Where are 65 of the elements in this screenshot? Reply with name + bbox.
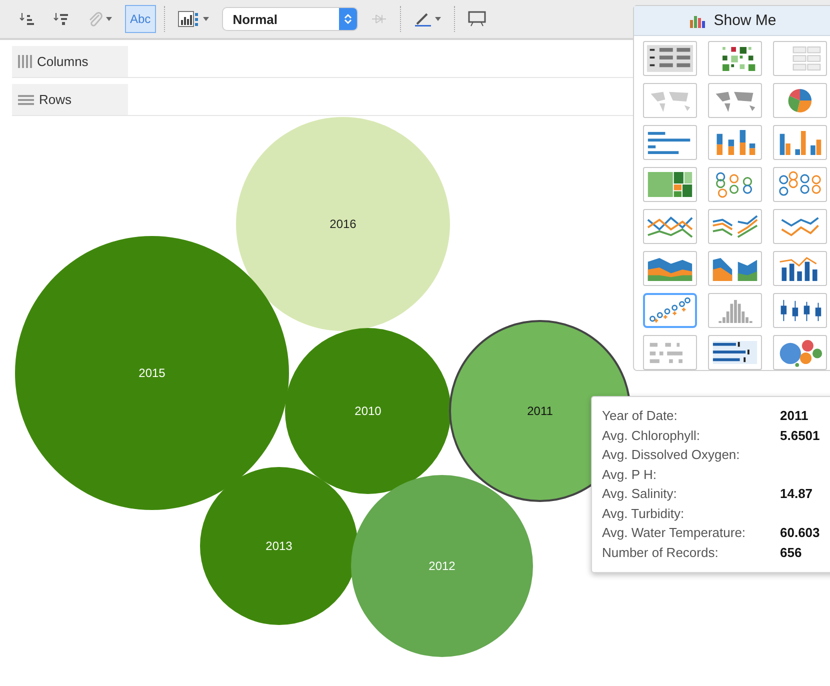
sort-descending-icon — [53, 11, 69, 27]
chart-type-button[interactable] — [643, 251, 697, 286]
bubble-label: 2013 — [266, 539, 292, 553]
pin-icon — [370, 12, 387, 26]
bubble[interactable] — [285, 328, 451, 494]
chart-type-button[interactable] — [643, 125, 697, 160]
presentation-icon — [468, 11, 486, 27]
chart-type-button[interactable] — [708, 335, 762, 370]
circle-view-icon — [776, 170, 824, 199]
bar-chart-icon — [690, 14, 708, 28]
caret-icon — [106, 17, 112, 21]
chart-type-button[interactable] — [773, 251, 827, 286]
stepper-icon — [344, 13, 352, 25]
chart-type-button[interactable] — [708, 125, 762, 160]
chart-type-button[interactable] — [643, 167, 697, 202]
shelf-title: Columns — [37, 54, 88, 69]
paperclip-icon — [87, 11, 103, 27]
bubble[interactable] — [351, 475, 533, 657]
scatter-plot-icon — [647, 296, 693, 325]
tooltip-value: 5.6501 — [780, 426, 821, 444]
chart-type-button[interactable] — [708, 167, 762, 202]
tooltip-label: Year of Date: — [602, 407, 678, 425]
tooltip-label: Avg. Water Temperature: — [602, 524, 747, 542]
chart-type-button[interactable] — [643, 293, 697, 328]
bubble-label: 2015 — [138, 366, 166, 380]
tooltip-value: 656 — [780, 544, 803, 562]
bubble-label: 2010 — [354, 404, 382, 418]
pen-icon — [414, 11, 432, 27]
caret-icon — [434, 17, 441, 21]
tooltip-value: 60.603 — [780, 524, 821, 542]
rows-icon — [18, 94, 34, 106]
bubble[interactable] — [236, 117, 450, 331]
text-table-icon — [646, 44, 694, 73]
tooltip-label: Avg. P H: — [602, 466, 658, 484]
tooltip-value: 14.87 — [780, 485, 814, 503]
bubble[interactable] — [15, 236, 289, 510]
chart-type-button[interactable] — [708, 251, 762, 286]
bubble[interactable] — [200, 467, 358, 625]
chart-type-button[interactable] — [643, 41, 697, 76]
shelf-title: Rows — [39, 92, 72, 107]
caret-icon — [202, 17, 209, 21]
chart-type-button[interactable] — [773, 293, 827, 328]
sort-ascending-icon — [19, 11, 35, 27]
chart-type-button[interactable] — [773, 209, 827, 244]
bubble-label: 2011 — [527, 404, 553, 418]
chart-type-button[interactable] — [643, 209, 697, 244]
chart-type-button[interactable] — [773, 125, 827, 160]
bullet-graph-icon — [711, 338, 759, 367]
panel-title: Show Me — [714, 12, 776, 29]
tooltip-label: Number of Records: — [602, 544, 720, 562]
tooltip-label: Avg. Salinity: — [602, 485, 678, 503]
treemap-icon — [646, 170, 694, 199]
chart-type-button[interactable] — [708, 209, 762, 244]
chart-type-button[interactable] — [708, 41, 762, 76]
mark-type-select[interactable]: Normal — [222, 7, 358, 31]
columns-icon — [18, 55, 32, 68]
tooltip-value: 2011 — [780, 407, 810, 425]
tooltip-label: Avg. Dissolved Oxygen: — [602, 446, 741, 464]
chart-type-button[interactable] — [773, 167, 827, 202]
bar-chart-icon — [178, 11, 200, 27]
tooltip-label: Avg. Chlorophyll: — [602, 426, 702, 445]
chart-type-button[interactable] — [773, 83, 827, 118]
tooltip-label: Avg. Turbidity: — [602, 504, 686, 523]
bubble-label: 2012 — [428, 559, 456, 573]
bubble-label: 2016 — [330, 217, 356, 231]
